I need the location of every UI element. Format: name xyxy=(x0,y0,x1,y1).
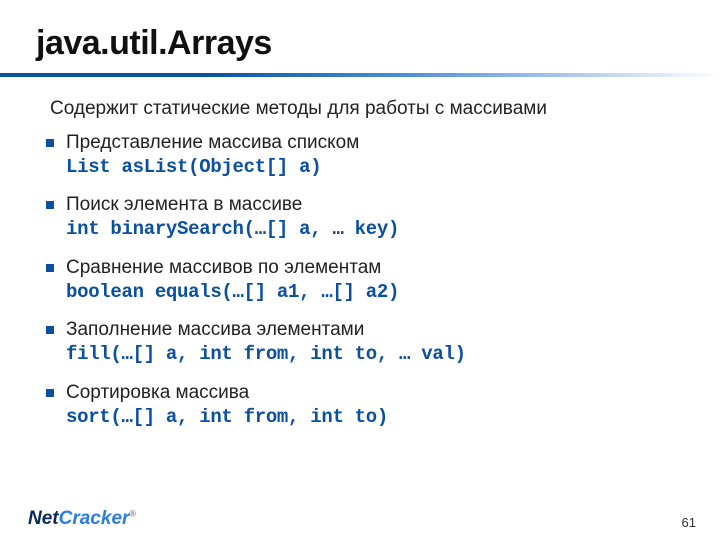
item-desc: Сортировка массива xyxy=(66,382,249,403)
item-code: int binarySearch(…[] a, … key) xyxy=(66,218,399,240)
logo-reg: ® xyxy=(129,509,136,519)
item-code: sort(…[] a, int from, int to) xyxy=(66,406,388,428)
list-item: Представление массива списком List asLis… xyxy=(44,131,676,180)
item-desc: Поиск элемента в массиве xyxy=(66,194,302,215)
item-code: fill(…[] a, int from, int to, … val) xyxy=(66,343,466,365)
slide: java.util.Arrays Содержит статические ме… xyxy=(0,0,720,540)
item-desc: Заполнение массива элементами xyxy=(66,319,364,340)
logo: NetCracker® xyxy=(28,508,136,530)
list-item: Заполнение массива элементами fill(…[] a… xyxy=(44,318,676,367)
list-item: Сравнение массивов по элементам boolean … xyxy=(44,256,676,305)
list-item: Сортировка массива sort(…[] a, int from,… xyxy=(44,381,676,430)
item-code: List asList(Object[] a) xyxy=(66,156,321,178)
item-desc: Сравнение массивов по элементам xyxy=(66,257,381,278)
bullet-list: Представление массива списком List asLis… xyxy=(44,131,676,430)
slide-title: java.util.Arrays xyxy=(36,24,684,63)
list-item: Поиск элемента в массиве int binarySearc… xyxy=(44,193,676,242)
page-number: 61 xyxy=(682,515,696,530)
footer: NetCracker® 61 xyxy=(0,508,720,530)
content: Содержит статические методы для работы с… xyxy=(36,77,684,429)
logo-part1: Net xyxy=(28,508,59,529)
item-desc: Представление массива списком xyxy=(66,132,359,153)
logo-part2: Cracker xyxy=(59,508,130,529)
item-code: boolean equals(…[] a1, …[] a2) xyxy=(66,281,399,303)
intro-text: Содержит статические методы для работы с… xyxy=(50,97,676,121)
